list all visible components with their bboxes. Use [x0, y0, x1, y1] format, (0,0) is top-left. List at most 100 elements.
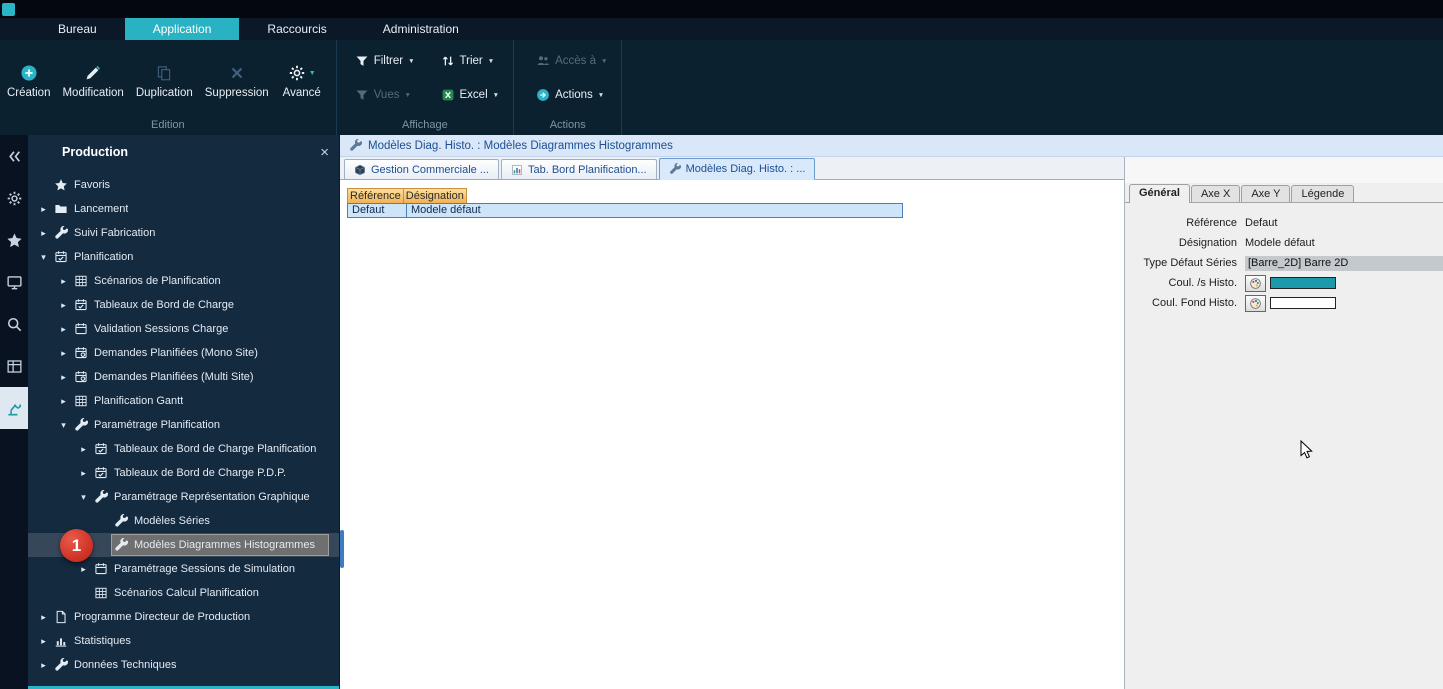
color-picker-button[interactable] [1245, 275, 1266, 292]
tree-item[interactable]: Tableaux de Bord de Charge Planification [28, 437, 339, 461]
properties-tab[interactable]: Légende [1291, 185, 1354, 202]
menu-tab[interactable]: Administration [355, 18, 487, 40]
properties-tab[interactable]: Axe X [1191, 185, 1240, 202]
expander-icon [76, 564, 91, 575]
close-icon[interactable]: × [320, 145, 329, 160]
menu-tab[interactable]: Raccourcis [239, 18, 354, 40]
tree-item-label: Tableaux de Bord de Charge [94, 299, 234, 311]
document-tab[interactable]: Modèles Diag. Histo. : ... [659, 158, 816, 180]
tree-item[interactable]: Validation Sessions Charge [28, 317, 339, 341]
menu-tab-label: Application [153, 22, 212, 36]
rail-item-settings[interactable] [0, 177, 28, 219]
rail-item-modules[interactable] [0, 345, 28, 387]
tree-item[interactable]: Paramétrage Représentation Graphique [28, 485, 339, 509]
document-tab[interactable]: Tab. Bord Planification... [501, 159, 657, 179]
ribbon-group-label: Edition [0, 119, 336, 135]
inspector-field: Type Défaut Séries [Barre_2D] Barre 2D [… [1125, 253, 1443, 273]
tree-item-icon [74, 418, 88, 432]
palette-icon [1249, 297, 1262, 310]
tree-item-label: Planification [74, 251, 133, 263]
tree-item-label: Modèles Diagrammes Histogrammes [134, 539, 315, 551]
color-picker-button[interactable] [1245, 295, 1266, 312]
field-value: Defaut [1245, 217, 1277, 229]
properties-tab[interactable]: Axe Y [1241, 185, 1290, 202]
tree-item-label: Programme Directeur de Production [74, 611, 250, 623]
ribbon-button[interactable]: ▼ Modification [57, 52, 128, 110]
tree-item-icon [54, 658, 68, 672]
color-swatch[interactable] [1270, 297, 1336, 309]
tree-item[interactable]: Données Techniques [28, 653, 339, 677]
menu-tab[interactable]: Bureau [30, 18, 125, 40]
tree-item-label: Scénarios de Planification [94, 275, 221, 287]
menu-tab-label: Administration [383, 22, 459, 36]
tree-item-icon [94, 562, 108, 576]
document-tab-icon [669, 163, 681, 175]
tree-item-label: Données Techniques [74, 659, 177, 671]
field-label: Coul. /s Histo. [1125, 277, 1245, 289]
tree-item-icon [94, 466, 108, 480]
tree-item[interactable]: Tableaux de Bord de Charge P.D.P. [28, 461, 339, 485]
ribbon-button[interactable]: Actions ▼ [530, 86, 613, 104]
field-dropdown-value[interactable]: [Barre_2D] Barre 2D [1245, 256, 1443, 271]
tree-item[interactable]: Paramétrage Planification [28, 413, 339, 437]
tree-item-label: Suivi Fabrication [74, 227, 155, 239]
splitter-handle[interactable] [340, 530, 344, 568]
icon-rail [0, 135, 28, 689]
rail-item-collapse[interactable] [0, 135, 28, 177]
ribbon-button[interactable]: ▼ Duplication [131, 52, 198, 110]
menu-tab[interactable]: Application [125, 18, 240, 40]
tree-item-icon [94, 490, 108, 504]
tree-item[interactable]: Demandes Planifiées (Mono Site) [28, 341, 339, 365]
document-tab-label: Gestion Commerciale ... [371, 164, 489, 176]
ribbon-button[interactable]: Vues ▼ [349, 86, 421, 104]
grid-column-header[interactable]: Désignation [403, 188, 467, 204]
document-tab[interactable]: Gestion Commerciale ... [344, 159, 499, 179]
rail-item-icon [6, 400, 23, 417]
expander-icon [36, 636, 51, 647]
grid-cell-designation[interactable]: Modele défaut [406, 203, 903, 218]
tree-item-icon [114, 514, 128, 528]
rail-item-search[interactable] [0, 303, 28, 345]
expander-icon [36, 660, 51, 671]
ribbon-button[interactable]: ▼ Création [2, 52, 55, 110]
document-tabstrip: Gestion Commerciale ... Tab. Bord Planif… [340, 157, 1124, 180]
ribbon-button-icon [155, 64, 173, 82]
ribbon-button-label: Duplication [136, 87, 193, 99]
document-tab-label: Tab. Bord Planification... [528, 164, 647, 176]
rail-item-favorites[interactable] [0, 219, 28, 261]
tree-item[interactable]: Planification Gantt [28, 389, 339, 413]
tree-item[interactable]: Tableaux de Bord de Charge [28, 293, 339, 317]
rail-item-desktop[interactable] [0, 261, 28, 303]
rail-item-production[interactable] [0, 387, 28, 429]
tree-item-label: Statistiques [74, 635, 131, 647]
ribbon-button[interactable]: Trier ▼ [435, 52, 506, 70]
tree-item-label: Scénarios Calcul Planification [114, 587, 259, 599]
tree-item[interactable]: Programme Directeur de Production [28, 605, 339, 629]
ribbon-button[interactable]: Excel ▼ [435, 86, 506, 104]
tree-item[interactable]: Scénarios Calcul Planification [28, 581, 339, 605]
expander-icon [36, 612, 51, 623]
color-swatch[interactable] [1270, 277, 1336, 289]
tree-item[interactable]: Lancement [28, 197, 339, 221]
tree-item[interactable]: Favoris [28, 173, 339, 197]
ribbon-button[interactable]: ▼ Suppression [200, 52, 274, 110]
ribbon-button[interactable]: ▼ Avancé [276, 52, 328, 110]
grid-column-header[interactable]: Référence [347, 188, 404, 204]
inspector-field: Désignation Modele défaut Modele défaut [1125, 233, 1443, 253]
properties-tabstrip: GénéralAxe XAxe YLégende [1125, 183, 1443, 203]
expander-icon [36, 204, 51, 215]
tree-item[interactable]: Scénarios de Planification [28, 269, 339, 293]
rail-item-icon [6, 274, 23, 291]
ribbon-button[interactable]: Filtrer ▼ [349, 52, 421, 70]
grid-cell-reference[interactable]: Defaut [347, 203, 407, 218]
grid-row[interactable]: Defaut Modele défaut [347, 203, 1124, 218]
rail-item-icon [6, 148, 23, 165]
grid-header-row: RéférenceDésignation [347, 188, 1124, 204]
tree-item[interactable]: Suivi Fabrication [28, 221, 339, 245]
ribbon-button[interactable]: Accès à ▼ [530, 52, 613, 70]
tree-item[interactable]: Demandes Planifiées (Multi Site) [28, 365, 339, 389]
properties-tab[interactable]: Général [1129, 184, 1190, 203]
field-label: Coul. Fond Histo. [1125, 297, 1245, 309]
tree-item[interactable]: Planification [28, 245, 339, 269]
tree-item[interactable]: Statistiques [28, 629, 339, 653]
